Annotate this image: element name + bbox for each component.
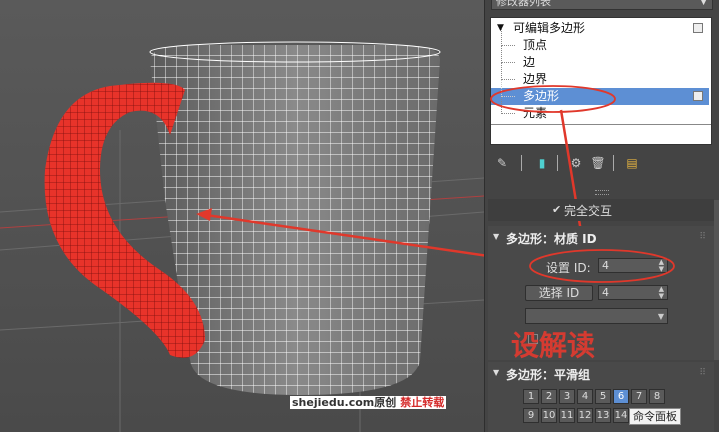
command-panel-tooltip: 命令面板 (629, 408, 681, 425)
smoothing-group-12[interactable]: 12 (577, 408, 593, 423)
smoothing-group-14[interactable]: 14 (613, 408, 629, 423)
smoothing-group-1[interactable]: 1 (523, 389, 539, 404)
stack-item-label: 顶点 (523, 38, 548, 52)
stack-item-editable-poly[interactable]: ▼ 可编辑多边形 (491, 20, 709, 37)
pin-stack-icon[interactable]: ✎ (493, 154, 511, 172)
toolbar-separator (613, 155, 614, 171)
toggle-box-icon[interactable] (693, 91, 703, 101)
smoothing-group-11[interactable]: 11 (559, 408, 575, 423)
remove-modifier-icon[interactable]: 🗑 (589, 154, 607, 172)
select-id-value: 4 (602, 286, 609, 299)
smoothing-group-7[interactable]: 7 (631, 389, 647, 404)
material-name-dropdown[interactable]: ▼ (525, 308, 668, 324)
make-unique-icon[interactable]: ⚙ (567, 154, 585, 172)
stack-item-label: 边 (523, 55, 536, 69)
full-interact-label: 完全交互 (564, 204, 613, 218)
full-interact-row: ✔ 完全交互 (488, 199, 714, 221)
select-id-button[interactable]: 选择 ID (525, 285, 593, 301)
smoothing-group-9[interactable]: 9 (523, 408, 539, 423)
configure-modifier-sets-icon[interactable]: ▤ (623, 154, 641, 172)
rollout-collapse-icon[interactable]: ▼ (493, 232, 499, 241)
rollout-grip-icon: ⠿ (699, 232, 706, 242)
viewport-perspective[interactable]: shejiedu.com原创 禁止转载 (0, 0, 484, 432)
modifier-list-dropdown[interactable]: 修改器列表 ▼ (491, 0, 713, 10)
tree-line-icon (501, 46, 515, 63)
select-id-spinner[interactable]: 4 ▲ ▼ (598, 285, 668, 300)
chevron-down-icon: ▼ (657, 312, 664, 321)
full-interact-checkbox[interactable]: ✔ (552, 203, 561, 216)
watermark-logo-text: 设解读 (511, 329, 596, 362)
toolbar-separator (521, 155, 522, 171)
panel-scrollbar[interactable] (714, 200, 719, 360)
watermark-bar: shejiedu.com原创 禁止转载 (290, 395, 447, 411)
material-rollout-title[interactable]: 多边形：材质 ID (506, 230, 597, 247)
stack-item-edge[interactable]: 边 (491, 46, 709, 71)
tree-line-icon (501, 63, 515, 80)
spinner-arrows-icon[interactable]: ▲ ▼ (659, 286, 664, 300)
smoothing-rollout-title[interactable]: 多边形：平滑组 (506, 366, 590, 383)
select-id-label: 选择 ID (538, 286, 580, 300)
annotation-ellipse-set-id (529, 249, 675, 283)
chevron-down-icon: ▼ (700, 0, 707, 7)
smoothing-group-13[interactable]: 13 (595, 408, 611, 423)
smoothing-group-4[interactable]: 4 (577, 389, 593, 404)
rollout-grip-icon: ⠿ (699, 368, 706, 378)
smoothing-group-3[interactable]: 3 (559, 389, 575, 404)
smoothing-group-6[interactable]: 6 (613, 389, 629, 404)
watermark-forbid: 禁止转载 (398, 396, 447, 409)
smoothing-group-10[interactable]: 10 (541, 408, 557, 423)
smoothing-group-8[interactable]: 8 (649, 389, 665, 404)
watermark-site: shejiedu.com原创 (290, 396, 399, 409)
annotation-ellipse-polygon (490, 85, 616, 113)
smoothing-group-2[interactable]: 2 (541, 389, 557, 404)
stack-toolbar: ✎ ▮ ⚙ 🗑 ▤ (491, 152, 713, 174)
toolbar-separator (557, 155, 558, 171)
toggle-box-icon[interactable] (693, 23, 703, 33)
tree-line-icon (501, 29, 515, 46)
viewport-scene (0, 41, 484, 432)
rollout-collapse-icon[interactable]: ▼ (493, 368, 499, 377)
smoothing-rollout: ▼ 多边形：平滑组 ⠿ 1 2 3 4 5 6 7 8 9 10 11 12 1… (488, 362, 714, 432)
panel-drag-handle[interactable] (595, 190, 609, 195)
command-panel: 修改器列表 ▼ ▼ 可编辑多边形 顶点 边 边界 多边形 元素 ✎ ▮ ⚙ 🗑 … (484, 0, 719, 432)
modifier-stack[interactable]: ▼ 可编辑多边形 顶点 边 边界 多边形 元素 (490, 17, 712, 145)
stack-divider (491, 124, 711, 125)
stack-item-vertex[interactable]: 顶点 (491, 29, 709, 54)
show-end-result-icon[interactable]: ▮ (533, 154, 551, 172)
watermark-logo: 设解读 (511, 324, 621, 362)
stack-item-label: 可编辑多边形 (513, 21, 586, 35)
smoothing-group-5[interactable]: 5 (595, 389, 611, 404)
modifier-list-label: 修改器列表 (496, 0, 551, 8)
